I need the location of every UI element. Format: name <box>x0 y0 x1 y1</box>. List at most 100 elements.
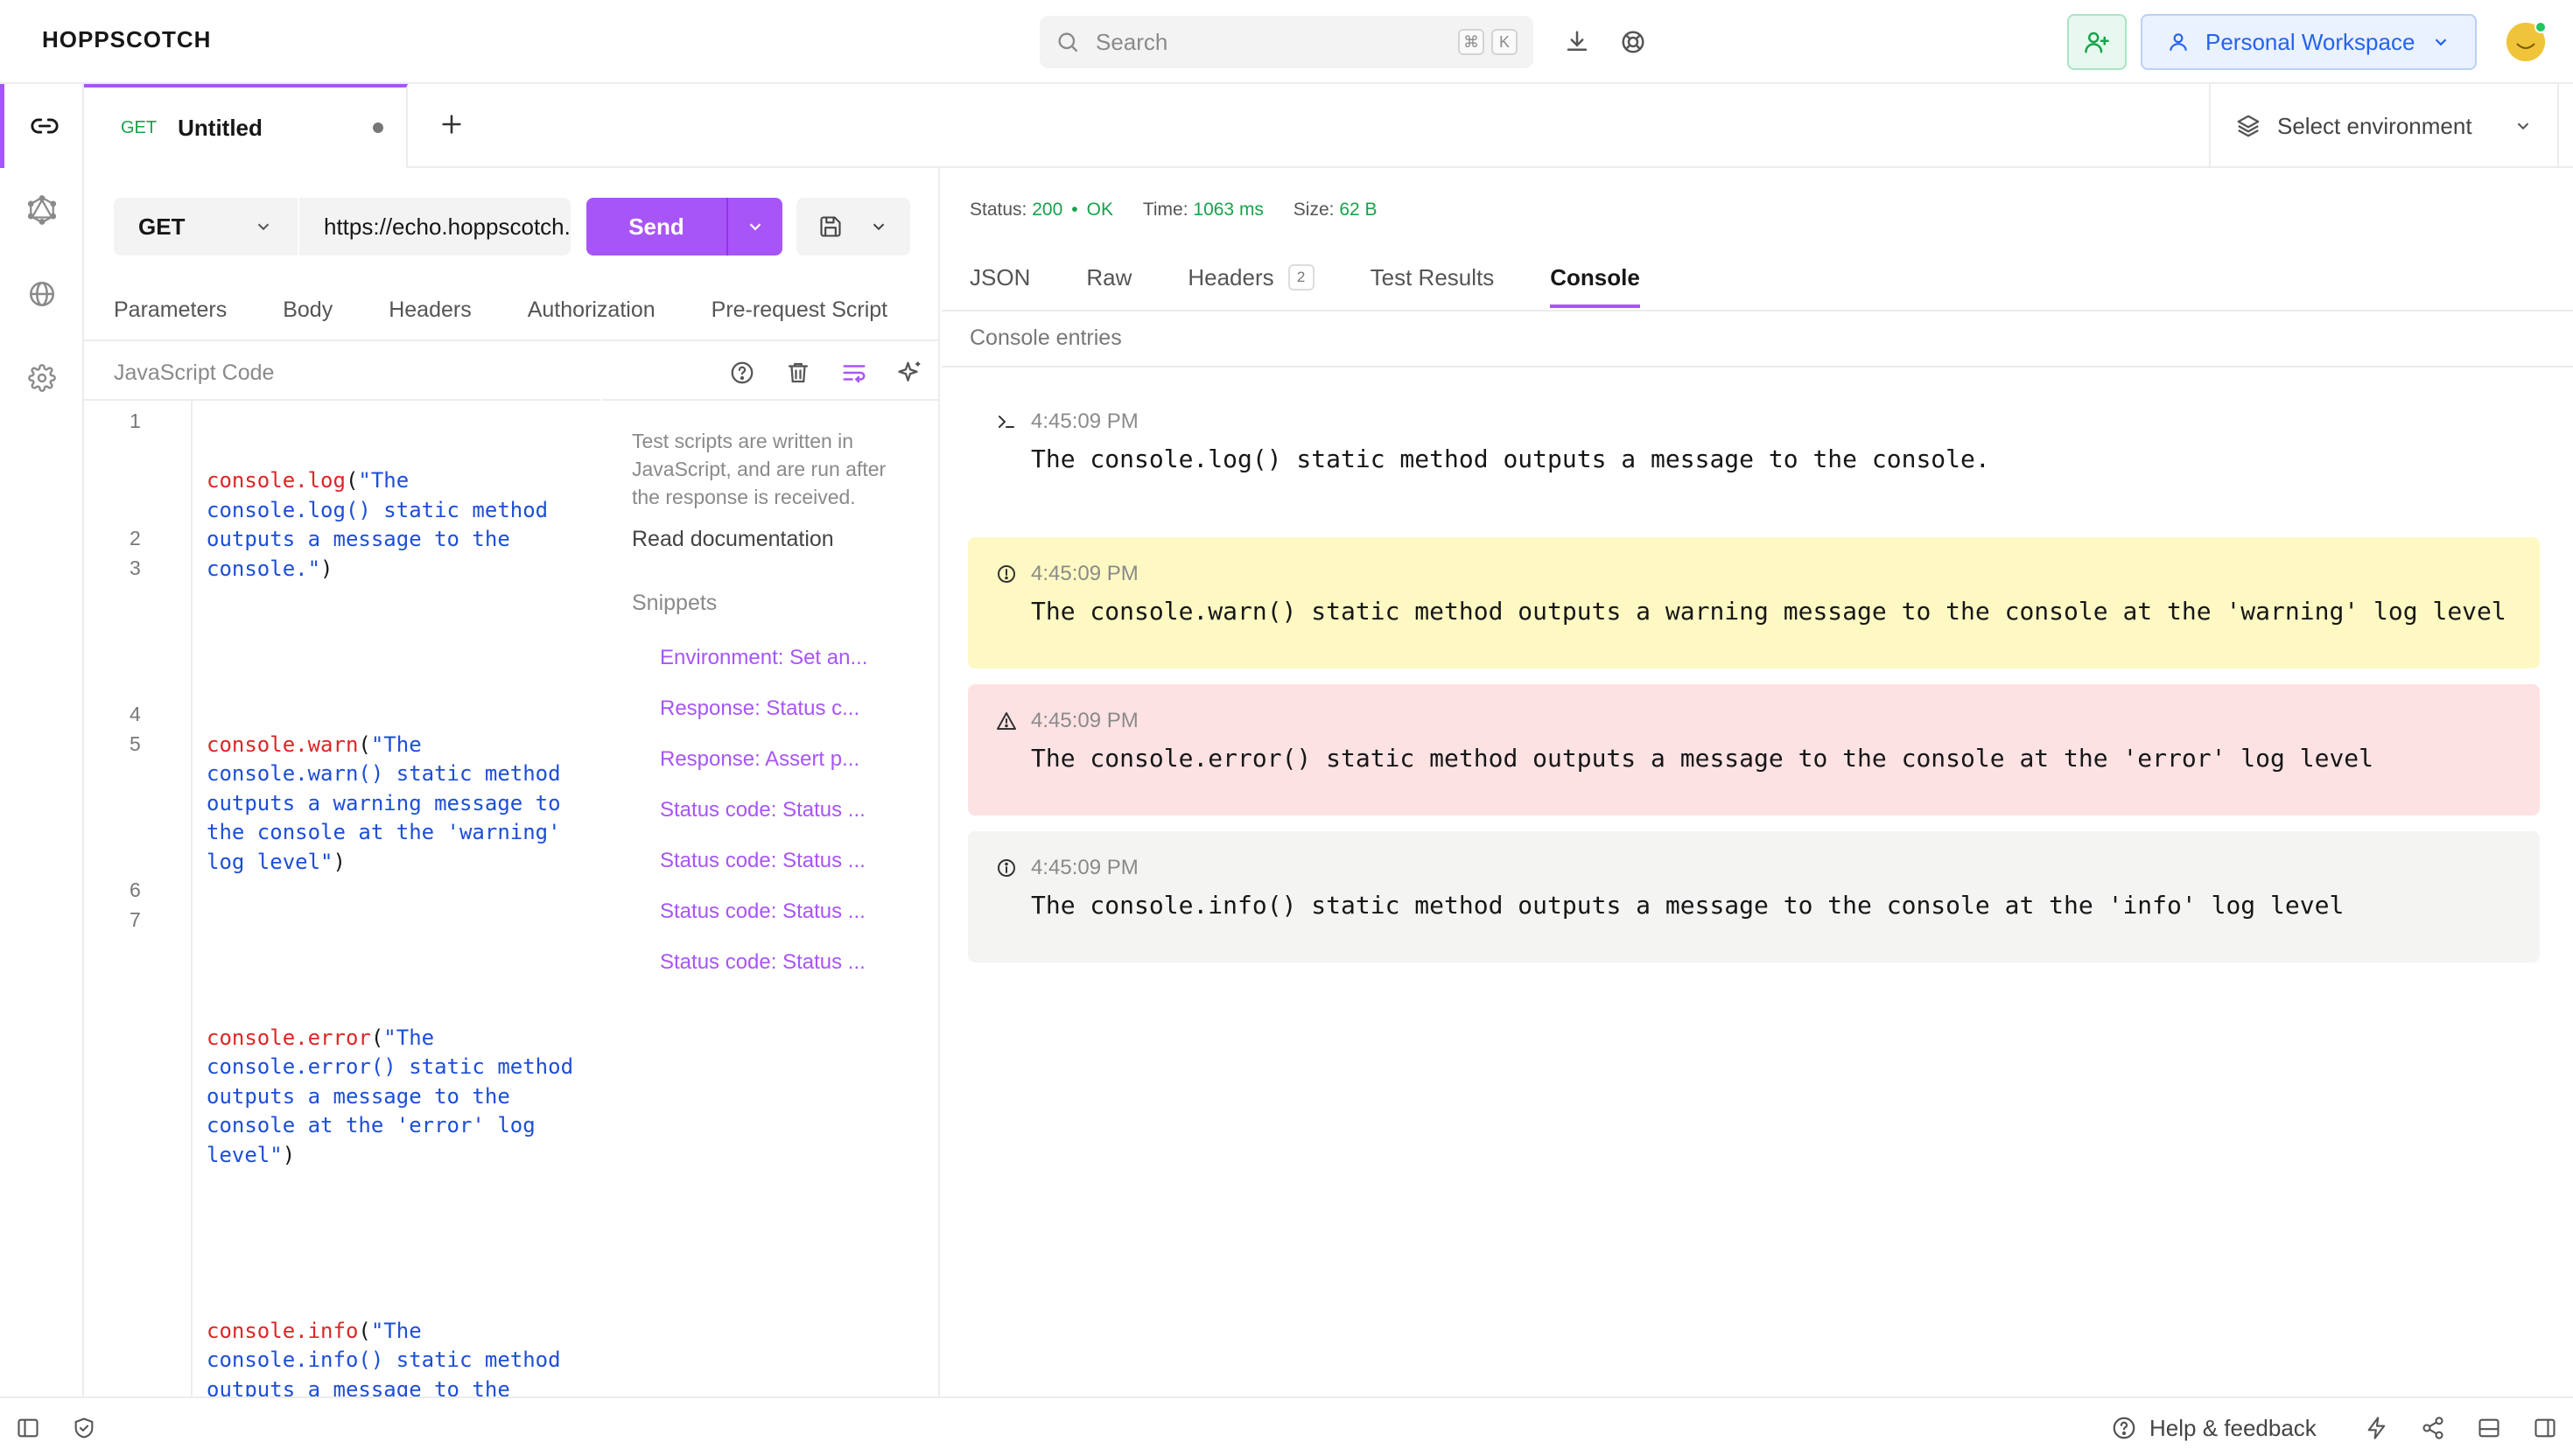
invite-user-button[interactable] <box>2067 14 2127 70</box>
tab-pre-request-script[interactable]: Pre-request Script <box>712 298 887 332</box>
user-icon <box>2167 31 2190 53</box>
new-tab-plus-icon[interactable] <box>434 107 469 142</box>
method-label: GET <box>138 213 186 240</box>
terminal-prompt-icon <box>996 411 1017 432</box>
save-options-chevron-icon[interactable] <box>869 217 888 236</box>
brand-logo[interactable]: HOPPSCOTCH <box>42 26 211 53</box>
toggle-sidebar-icon[interactable] <box>11 1410 46 1446</box>
online-status-dot <box>2534 21 2547 33</box>
snippet-item[interactable]: Status code: Status ... <box>660 900 910 924</box>
snippet-item[interactable]: Status code: Status ... <box>660 950 910 975</box>
tab-method-badge: GET <box>121 117 158 137</box>
help-feedback-button[interactable]: Help & feedback <box>2111 1410 2317 1446</box>
read-documentation-link[interactable]: Read documentation <box>632 527 910 552</box>
tab-body[interactable]: Body <box>283 298 333 332</box>
tab-console[interactable]: Console <box>1550 264 1640 308</box>
download-icon[interactable] <box>1560 24 1595 60</box>
support-lifebuoy-icon[interactable] <box>1616 24 1651 60</box>
tab-headers-label: Headers <box>1188 264 1274 290</box>
console-entry-warn: 4:45:09 PM The console.warn() static met… <box>968 537 2540 668</box>
save-button[interactable] <box>796 198 910 256</box>
tab-test-results[interactable]: Test Results <box>1371 264 1495 308</box>
toggle-right-panel-icon[interactable] <box>2527 1410 2562 1446</box>
request-tab-bar: GET Untitled Select environment <box>84 84 2573 168</box>
snippet-item[interactable]: Response: Status c... <box>660 696 910 721</box>
environment-selector[interactable]: Select environment <box>2209 84 2559 168</box>
time-label: Time: <box>1142 200 1188 220</box>
tab-headers[interactable]: Headers <box>389 298 472 332</box>
tab-headers[interactable]: Headers 2 <box>1188 264 1315 308</box>
layers-icon <box>2235 113 2261 139</box>
ai-sparkles-icon[interactable] <box>893 355 928 390</box>
request-pane: GET https://echo.hoppscotch.io Send Para… <box>84 168 940 1456</box>
entry-header: 4:45:09 PM <box>996 856 1139 880</box>
code-line-empty <box>207 1228 583 1258</box>
nav-settings-gear-icon[interactable] <box>0 336 84 420</box>
entry-timestamp: 4:45:09 PM <box>1031 709 1139 732</box>
tab-parameters[interactable]: Parameters <box>114 298 227 332</box>
entry-timestamp: 4:45:09 PM <box>1031 562 1139 585</box>
url-input[interactable]: https://echo.hoppscotch.io <box>299 198 571 256</box>
code-line: console.error("The console.error() stati… <box>207 1025 586 1167</box>
size-value: 62 B <box>1339 200 1378 220</box>
line-number: 6 <box>130 878 141 901</box>
response-tabs: JSON Raw Headers 2 Test Results Console <box>970 264 1696 308</box>
nav-realtime-globe-icon[interactable] <box>0 252 84 336</box>
nav-graphql-icon[interactable] <box>0 168 84 252</box>
search-bar[interactable]: Search ⌘ K <box>1040 16 1533 68</box>
trash-icon[interactable] <box>781 355 816 390</box>
console-entry-error: 4:45:09 PM The console.error() static me… <box>968 684 2540 816</box>
app-header: HOPPSCOTCH Search ⌘ K Personal Workspace <box>0 0 2573 84</box>
status-text: OK <box>1086 200 1113 220</box>
response-meta: Status: 200 • OK Time: 1063 ms Size: 62 B <box>970 200 1378 220</box>
shield-check-icon[interactable] <box>67 1410 102 1446</box>
entry-message: The console.info() static method outputs… <box>1031 891 2345 920</box>
entry-timestamp: 4:45:09 PM <box>1031 410 1139 433</box>
send-button[interactable]: Send <box>586 198 782 256</box>
code-editor[interactable]: 1 2 3 4 5 6 7 console.log("The console.l… <box>84 399 600 1456</box>
tab-authorization[interactable]: Authorization <box>528 298 656 332</box>
help-circle-icon[interactable] <box>725 355 760 390</box>
layout-split-icon[interactable] <box>2471 1410 2506 1446</box>
unsaved-dot-indicator[interactable] <box>373 122 383 133</box>
status-footer: Help & feedback <box>0 1396 2573 1456</box>
divider <box>942 366 2573 368</box>
share-icon[interactable] <box>2415 1410 2450 1446</box>
editor-label: JavaScript Code <box>114 360 275 385</box>
tab-raw[interactable]: Raw <box>1086 264 1132 308</box>
lightning-shortcuts-icon[interactable] <box>2359 1410 2394 1446</box>
response-pane: Status: 200 • OK Time: 1063 ms Size: 62 B … <box>942 168 2573 1396</box>
chevron-down-icon <box>2513 116 2533 136</box>
avatar[interactable] <box>2506 21 2547 61</box>
entry-message: The console.error() static method output… <box>1031 744 2374 773</box>
snippet-item[interactable]: Environment: Set an... <box>660 646 910 670</box>
entry-header: 4:45:09 PM <box>996 709 1139 733</box>
divider <box>84 340 940 341</box>
entry-message: The console.warn() static method outputs… <box>1031 597 2506 626</box>
divider <box>942 310 2573 312</box>
workspace-label: Personal Workspace <box>2205 28 2415 55</box>
user-plus-icon <box>2084 29 2110 55</box>
request-tab-untitled[interactable]: GET Untitled <box>84 84 408 168</box>
alert-triangle-icon <box>996 710 1017 732</box>
tab-json[interactable]: JSON <box>970 264 1030 308</box>
method-dropdown[interactable]: GET <box>114 198 298 256</box>
line-gutter: 1 2 3 4 5 6 7 <box>84 401 193 1398</box>
wrap-lines-icon[interactable] <box>837 355 872 390</box>
snippet-item[interactable]: Status code: Status ... <box>660 849 910 873</box>
time-value: 1063 ms <box>1193 200 1264 220</box>
nav-rest-link-icon[interactable] <box>0 84 84 168</box>
shortcut-key-k: K <box>1491 29 1518 55</box>
workspace-selector[interactable]: Personal Workspace <box>2141 14 2477 70</box>
code-line: console.warn("The console.warn() static … <box>207 732 574 874</box>
shortcut-key-cmd: ⌘ <box>1458 29 1484 55</box>
warning-circle-icon <box>996 564 1017 584</box>
console-entry-log: 4:45:09 PM The console.log() static meth… <box>968 385 2540 499</box>
send-options-chevron-icon[interactable] <box>728 217 782 236</box>
line-number: 1 <box>130 410 141 432</box>
snippet-item[interactable]: Response: Assert p... <box>660 747 910 772</box>
tab-title: Untitled <box>178 114 263 141</box>
code-content: console.log("The console.log() static me… <box>207 408 583 1456</box>
console-entry-info: 4:45:09 PM The console.info() static met… <box>968 831 2540 962</box>
snippet-item[interactable]: Status code: Status ... <box>660 798 910 822</box>
